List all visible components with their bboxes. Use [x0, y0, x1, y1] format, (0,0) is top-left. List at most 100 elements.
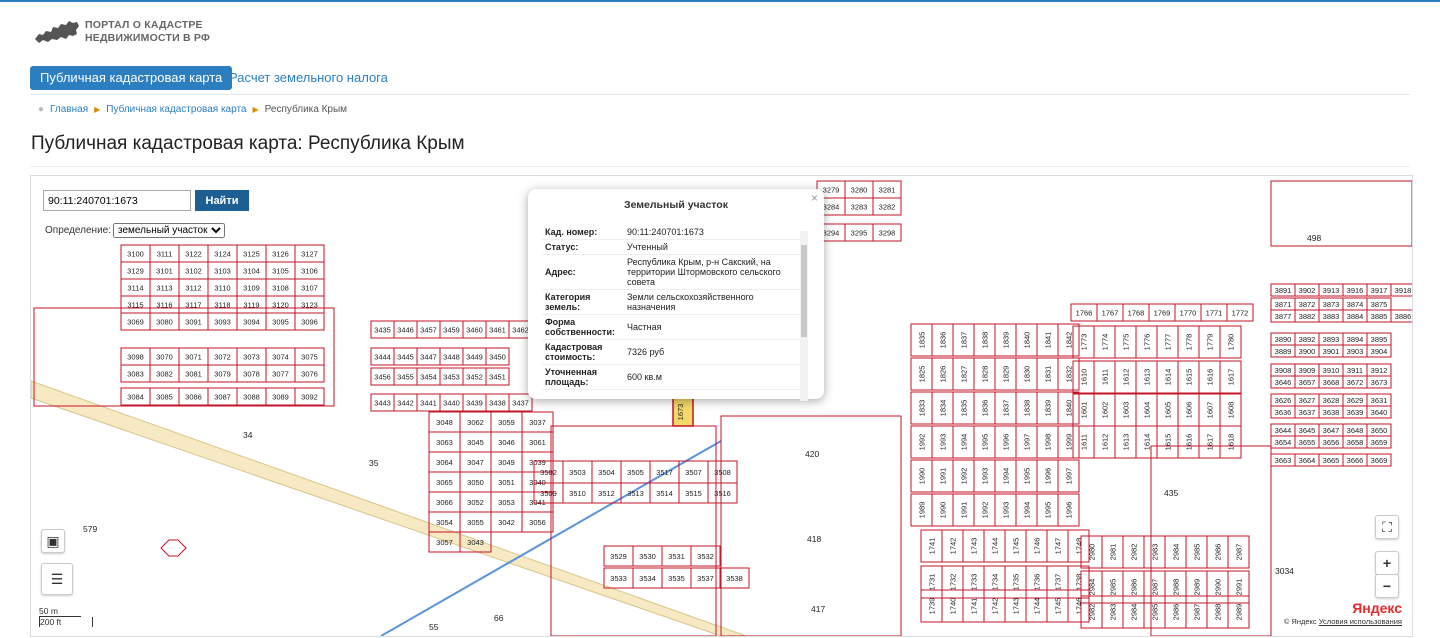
parcel-number: 3903	[1347, 347, 1364, 356]
parcel-number: 1834	[939, 400, 948, 417]
parcel-number: 3283	[851, 203, 868, 212]
scrollbar-thumb[interactable]	[801, 245, 807, 337]
zoom-out-button[interactable]: −	[1375, 574, 1399, 598]
parcel-number: 1610	[1080, 369, 1089, 386]
parcel-number: 3089	[272, 393, 289, 402]
parcel-number: 2988	[1172, 579, 1181, 596]
parcel-number: 1994	[1002, 468, 1011, 485]
chevron-right-icon: ▶	[252, 105, 259, 114]
yandex-logo[interactable]: Яндекс	[1352, 600, 1402, 616]
parcel-number: 3911	[1347, 366, 1363, 375]
parcel-number: 2982	[1130, 544, 1139, 561]
parcel-number: 3440	[443, 399, 460, 408]
parcel-number: 1612	[1122, 369, 1131, 386]
parcel-number: 3117	[185, 301, 201, 310]
parcel-number: 1779	[1206, 334, 1215, 351]
parcel-number: 3657	[1299, 378, 1316, 387]
parcel-number: 3900	[1299, 347, 1316, 356]
parcel-number: 1747	[1054, 538, 1063, 555]
parcel-number: 420	[805, 449, 819, 459]
breadcrumb: ● Главная ▶ Публичная кадастровая карта …	[38, 104, 347, 115]
parcel-number: 1748	[1075, 538, 1084, 555]
parcel-number: 1993	[1002, 502, 1011, 519]
parcel-number: 3875	[1371, 300, 1388, 309]
breadcrumb-home[interactable]: Главная	[50, 104, 88, 115]
fullscreen-map-icon[interactable]: ▣	[41, 529, 65, 553]
parcel-number: 1766	[1076, 309, 1093, 318]
parcel-number: 3669	[1371, 456, 1388, 465]
parcel-number: 1835	[960, 400, 969, 417]
page-title: Публичная кадастровая карта: Республика …	[31, 133, 465, 154]
parcel-number: 1993	[981, 468, 990, 485]
breadcrumb-map[interactable]: Публичная кадастровая карта	[106, 104, 246, 115]
parcel-number: 1828	[981, 366, 990, 383]
logo-line-2: НЕДВИЖИМОСТИ В РФ	[85, 32, 211, 44]
road	[31, 380, 747, 636]
parcel-number: 3505	[627, 468, 644, 477]
parcel-number: 2985	[1193, 544, 1202, 561]
parcel-number: 3459	[443, 326, 460, 335]
parcel-block	[1150, 445, 1272, 636]
parcel-number: 3051	[498, 478, 515, 487]
parcel-number: 579	[83, 524, 97, 534]
site-logo[interactable]: ПОРТАЛ О КАДАСТРЕ НЕДВИЖИМОСТИ В РФ	[33, 17, 210, 47]
parcel-number: 3446	[397, 326, 414, 335]
parcel-number: 1617	[1206, 434, 1215, 451]
logo-text: ПОРТАЛ О КАДАСТРЕ НЕДВИЖИМОСТИ В РФ	[85, 19, 210, 45]
cadastral-map[interactable]: 3100 3111 3122 3124 3125 3126 3127 3129 3101 3102…	[30, 175, 1413, 637]
parcel-number: 3441	[420, 399, 437, 408]
parcel-number: 3516	[714, 489, 731, 498]
definition-select[interactable]: земельный участок	[113, 223, 226, 238]
terms-link[interactable]: Условия использования	[1319, 617, 1402, 626]
parcel-number: 3451	[489, 373, 506, 382]
cadastral-number-input[interactable]	[43, 190, 191, 211]
parcel-number: 1991	[960, 502, 969, 519]
parcel-number: 3631	[1371, 396, 1388, 405]
parcel-number: 3627	[1299, 396, 1316, 405]
layers-icon[interactable]: ☰	[41, 563, 73, 595]
parcel-number: 3885	[1371, 312, 1388, 321]
parcel-number: 3644	[1275, 426, 1292, 435]
parcel-number: 3918	[1395, 286, 1412, 295]
parcel-number: 1990	[918, 468, 927, 485]
parcel-number: 3109	[243, 284, 260, 293]
parcel-number: 3450	[489, 353, 506, 362]
parcel-number: 34	[243, 430, 253, 440]
parcel-number: 3917	[1371, 286, 1388, 295]
parcel-number: 3076	[301, 370, 318, 379]
parcel-number: 1994	[960, 434, 969, 451]
parcel-number: 3530	[639, 552, 656, 561]
parcel-number: 3050	[467, 478, 484, 487]
tab-land-tax[interactable]: Расчет земельного налога	[219, 66, 398, 90]
top-accent-line	[0, 0, 1440, 2]
parcel-number: 1997	[1065, 468, 1074, 485]
parcel-number: 3508	[714, 468, 731, 477]
zoom-in-button[interactable]: +	[1375, 551, 1399, 575]
parcel-number: 3052	[467, 498, 484, 507]
parcel-number: 1613	[1143, 369, 1152, 386]
expand-icon[interactable]: ⛶	[1375, 515, 1399, 539]
parcel-number: 2986	[1130, 579, 1139, 596]
info-row: Кад. номер: 90:11:240701:1673	[542, 225, 800, 240]
parcel-number: 3656	[1323, 438, 1340, 447]
info-key: Форма собственности:	[542, 314, 624, 340]
parcel-number: 1746	[1033, 538, 1042, 555]
parcel-number: 1774	[1101, 334, 1110, 351]
parcel-number: 3086	[185, 393, 202, 402]
parcel-number: 3514	[656, 489, 673, 498]
parcel-number: 3123	[301, 301, 318, 310]
parcel-number: 2982	[1088, 604, 1097, 621]
parcel-number: 3507	[685, 468, 702, 477]
parcel-number: 3445	[397, 353, 414, 362]
parcel-number: 1996	[1044, 468, 1053, 485]
popup-scrollbar[interactable]	[800, 231, 808, 401]
parcel-number: 3626	[1275, 396, 1292, 405]
parcel-number: 3666	[1347, 456, 1364, 465]
find-button[interactable]: Найти	[195, 190, 249, 211]
copyright-text: © Яндекс	[1283, 617, 1317, 626]
tab-cadastral-map[interactable]: Публичная кадастровая карта	[30, 66, 233, 90]
logo-line-1: ПОРТАЛ О КАДАСТРЕ	[85, 19, 203, 31]
parcel-number: 3101	[156, 267, 173, 276]
parcel-number: 3892	[1299, 335, 1316, 344]
popup-title: Земельный участок	[624, 199, 728, 211]
